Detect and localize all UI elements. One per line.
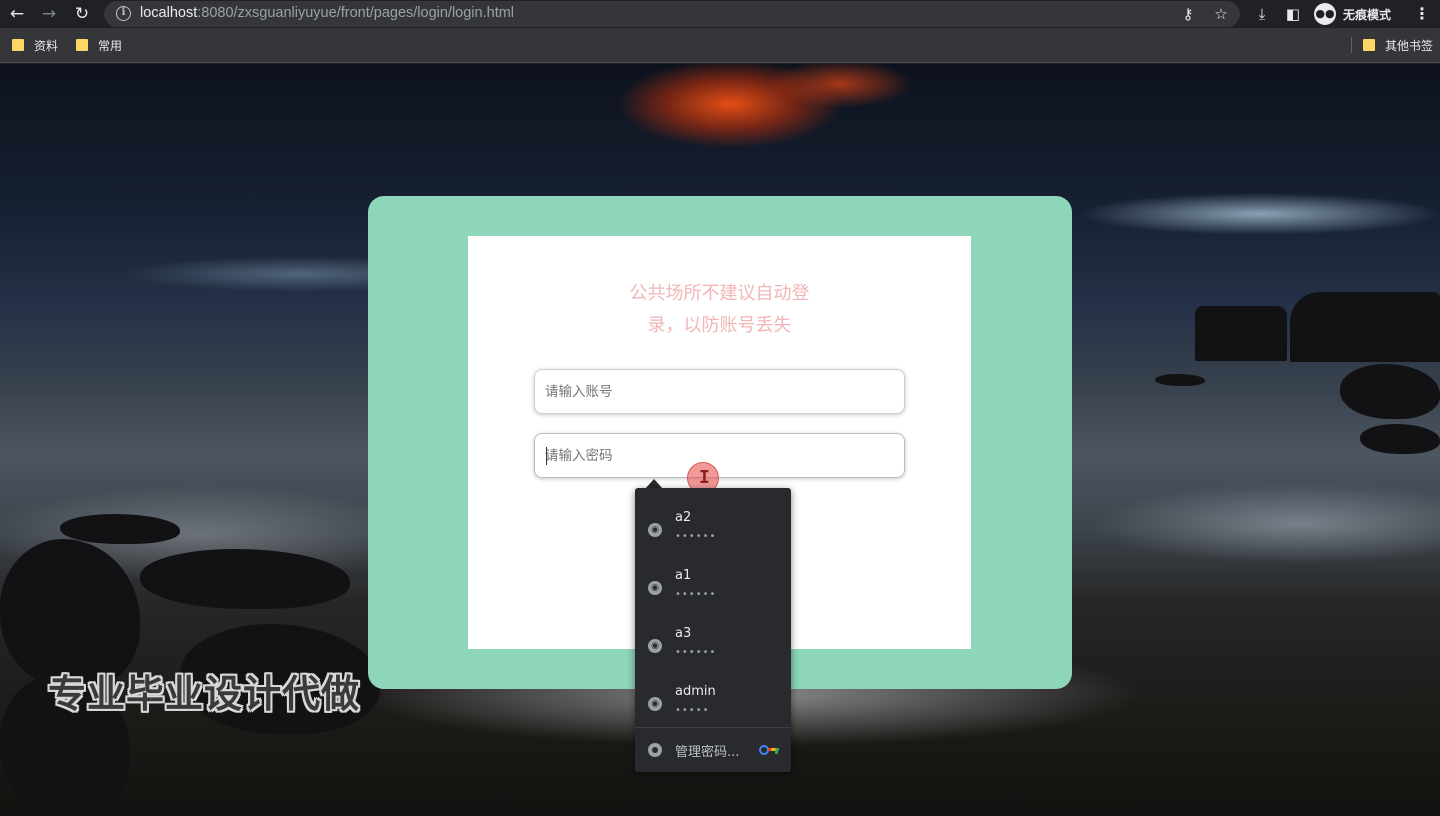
rock [1340,364,1440,419]
bookmark-label: 资料 [34,38,59,53]
browser-toolbar: ← → ↻ i localhost:8080/zxsguanliyuyue/fr… [0,0,1440,28]
address-bar[interactable]: i localhost:8080/zxsguanliyuyue/front/pa… [104,1,1240,27]
download-icon[interactable]: ⤓ [1251,3,1273,25]
key-icon [759,745,779,755]
globe-icon: ◉ [648,581,662,595]
credential-item[interactable]: ◉ a2 •••••• [635,498,791,556]
globe-icon: ◉ [648,523,662,537]
credential-item[interactable]: ◉ admin ••••• [635,672,791,730]
credential-masked-password: •••••• [675,589,717,600]
url-host: localhost [140,5,198,21]
globe-icon: ◉ [648,639,662,653]
bookmark-label: 其他书签 [1385,38,1434,53]
text-cursor-icon: I [699,467,710,488]
bookmark-folder-ziliao[interactable]: 资料 [12,36,58,54]
sea-stack-rock [1195,306,1287,361]
folder-icon [12,39,24,51]
bookmark-label: 常用 [98,38,123,53]
globe-icon: ◉ [648,697,662,711]
bookmarks-divider [1351,37,1352,53]
notice-line-2: 录，以防账号丢失 [647,315,792,336]
credential-item[interactable]: ◉ a3 •••••• [635,614,791,672]
manage-passwords-item[interactable]: 管理密码... [635,728,791,772]
credential-username: admin [675,684,716,699]
text-caret [546,447,547,465]
credential-item[interactable]: ◉ a1 •••••• [635,556,791,614]
credential-masked-password: •••••• [675,647,717,658]
url-text[interactable]: localhost:8080/zxsguanliyuyue/front/page… [140,5,514,21]
star-icon[interactable]: ☆ [1211,4,1231,24]
rock [1360,424,1440,454]
bookmark-folder-changyong[interactable]: 常用 [76,36,122,54]
credential-username: a3 [675,626,692,641]
rock [60,514,180,544]
kebab-menu-icon[interactable]: ⋮ [1412,3,1432,25]
chrome-icon [648,743,662,757]
incognito-label: 无痕模式 [1343,7,1392,22]
info-icon[interactable]: i [116,6,131,21]
watermark-text: 专业毕业设计代做 [48,672,361,716]
forward-icon[interactable]: → [38,3,60,25]
credential-username: a2 [675,510,692,525]
folder-icon [1363,39,1375,51]
incognito-icon: ●● [1314,3,1336,25]
credential-masked-password: •••••• [675,531,717,542]
reload-icon[interactable]: ↻ [71,3,93,25]
rock [1155,374,1205,386]
side-panel-icon[interactable]: ◧ [1282,3,1304,25]
password-input[interactable] [534,433,905,478]
incognito-indicator[interactable]: ●● 无痕模式 [1314,2,1391,26]
url-path: :8080/zxsguanliyuyue/front/pages/login/l… [197,5,515,21]
manage-passwords-label: 管理密码... [675,745,740,760]
back-icon[interactable]: ← [6,3,28,25]
credential-masked-password: ••••• [675,705,710,716]
sea-stack-rock [1290,292,1440,362]
notice-line-1: 公共场所不建议自动登 [629,283,810,304]
bookmarks-bar: 资料 常用 其他书签 [0,28,1440,63]
security-notice: 公共场所不建议自动登 录，以防账号丢失 [468,278,971,342]
rock [140,549,350,609]
saved-passwords-dropdown: ◉ a2 •••••• ◉ a1 •••••• ◉ a3 •••••• ◉ ad… [635,488,791,772]
folder-icon [76,39,88,51]
account-input[interactable] [534,369,905,414]
credential-username: a1 [675,568,692,583]
bookmark-folder-other[interactable]: 其他书签 [1363,36,1433,54]
key-icon[interactable]: ⚷ [1178,4,1198,24]
